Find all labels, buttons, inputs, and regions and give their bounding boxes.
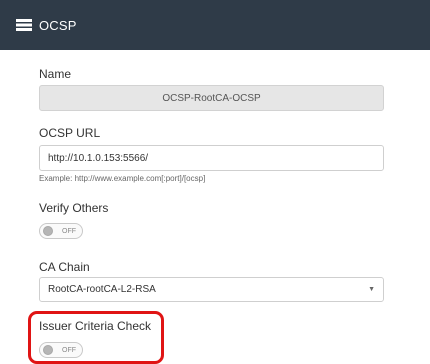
issuer-criteria-toggle[interactable]: OFF — [39, 342, 83, 358]
ca-chain-select[interactable]: RootCA-rootCA-L2-RSA ▼ — [39, 277, 384, 302]
toggle-knob — [43, 345, 53, 355]
ocsp-url-value: http://10.1.0.153:5566/ — [48, 152, 149, 164]
menu-icon — [16, 19, 32, 31]
verify-others-toggle[interactable]: OFF — [39, 223, 83, 239]
panel-title: OCSP — [39, 17, 77, 33]
ca-chain-value: RootCA-rootCA-L2-RSA — [48, 284, 156, 295]
toggle-state: OFF — [62, 227, 76, 235]
name-value: OCSP-RootCA-OCSP — [162, 92, 261, 104]
ocsp-url-input[interactable]: http://10.1.0.153:5566/ — [39, 145, 384, 171]
panel-header: OCSP — [0, 0, 430, 50]
toggle-state: OFF — [62, 346, 76, 354]
ocsp-url-label: OCSP URL — [39, 126, 101, 140]
chevron-down-icon: ▼ — [368, 286, 375, 293]
issuer-criteria-label: Issuer Criteria Check — [39, 319, 152, 333]
name-label: Name — [39, 67, 72, 81]
toggle-knob — [43, 226, 53, 236]
name-field: OCSP-RootCA-OCSP — [39, 85, 384, 111]
ca-chain-label: CA Chain — [39, 260, 90, 274]
ocsp-url-hint: Example: http://www.example.com[:port]/[… — [39, 174, 206, 183]
verify-others-label: Verify Others — [39, 201, 109, 215]
